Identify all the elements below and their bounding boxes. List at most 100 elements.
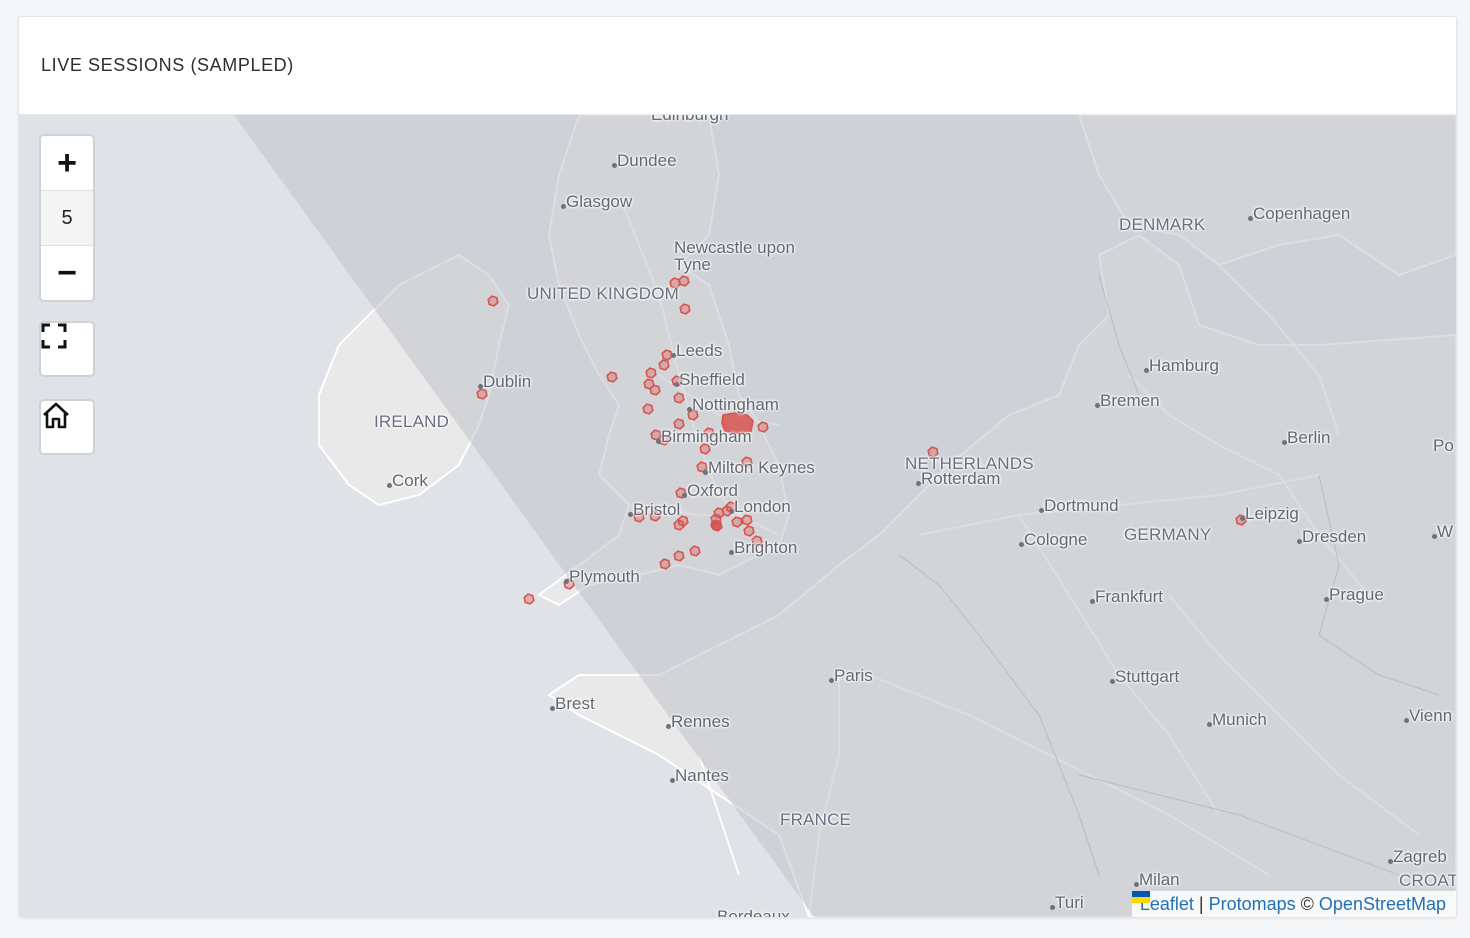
place-label-dortmund: Dortmund: [1044, 496, 1119, 515]
attribution-separator: |: [1198, 893, 1204, 914]
city-dot-bristol: [628, 512, 633, 517]
zoom-out-button[interactable]: −: [41, 246, 93, 300]
live-sessions-card: LIVE SESSIONS (SAMPLED) Dundee Glasgow N…: [18, 16, 1457, 918]
place-label-dresden: Dresden: [1302, 527, 1367, 546]
session-marker[interactable]: [731, 516, 743, 528]
city-dot-brighton: [729, 550, 734, 555]
place-label-nottingham: Nottingham: [692, 395, 779, 414]
session-marker[interactable]: [487, 295, 499, 307]
card-title: LIVE SESSIONS (SAMPLED): [41, 55, 294, 75]
place-label-berlin: Berlin: [1287, 428, 1331, 447]
place-label-nantes: Nantes: [675, 766, 729, 785]
session-marker[interactable]: [606, 371, 618, 383]
city-dot-munich: [1207, 722, 1212, 727]
place-label-top: Edinburgh: [651, 115, 729, 125]
place-label-cologne: Cologne: [1024, 530, 1088, 549]
place-label-bristol: Bristol: [633, 500, 681, 519]
place-label-london: London: [734, 497, 791, 516]
city-dot-stuttgart: [1110, 679, 1115, 684]
place-label-leeds: Leeds: [676, 341, 723, 360]
city-dot-copenhagen: [1248, 216, 1253, 221]
card-header: LIVE SESSIONS (SAMPLED): [19, 17, 1456, 115]
city-dot-dublin: [478, 384, 483, 389]
session-marker[interactable]: [649, 384, 661, 396]
place-label-denmark: DENMARK: [1119, 215, 1206, 234]
session-marker[interactable]: [678, 275, 690, 287]
place-label-dublin: Dublin: [483, 372, 532, 391]
session-marker[interactable]: [658, 359, 670, 371]
city-dot-paris: [829, 678, 834, 683]
place-label-uk: UNITED KINGDOM: [527, 284, 680, 303]
city-dot-oxford: [682, 493, 687, 498]
city-dot-leipzig: [1240, 516, 1245, 521]
city-dot-dundee: [612, 163, 617, 168]
place-label-brighton: Brighton: [734, 538, 798, 557]
city-dot-brest: [550, 706, 555, 711]
place-label-prague: Prague: [1329, 585, 1384, 604]
city-dot-glasgow: [561, 204, 566, 209]
city-dot-frankfurt: [1090, 599, 1095, 604]
place-label-zagreb: Zagreb: [1393, 847, 1447, 866]
place-label-leipzig: Leipzig: [1245, 504, 1299, 523]
city-dot-nottingham: [687, 407, 692, 412]
city-dot-vienna: [1404, 718, 1409, 723]
place-label-copenhagen: Copenhagen: [1253, 204, 1351, 223]
city-dot-birmingham: [656, 439, 661, 444]
city-dot-bremen: [1095, 403, 1100, 408]
city-dot-plymouth: [564, 579, 569, 584]
zoom-in-button[interactable]: +: [41, 136, 93, 190]
place-label-sheffield: Sheffield: [679, 370, 745, 389]
session-marker[interactable]: [673, 392, 685, 404]
place-label-rennes: Rennes: [671, 712, 730, 731]
city-dot-london: [729, 509, 734, 514]
city-dot-rotterdam: [916, 481, 921, 486]
city-dot-milan: [1134, 882, 1139, 887]
city-dot-sheffield: [674, 382, 679, 387]
place-label-bremen: Bremen: [1100, 391, 1160, 410]
session-marker[interactable]: [679, 303, 691, 315]
place-label-w: W: [1437, 522, 1454, 541]
session-marker[interactable]: [659, 558, 671, 570]
place-label-munich: Munich: [1212, 710, 1267, 729]
city-dot-nantes: [670, 778, 675, 783]
ukraine-flag-icon: [1131, 891, 1150, 903]
place-label-cork: Cork: [392, 471, 428, 490]
city-dot-rennes: [666, 724, 671, 729]
home-icon: [43, 402, 69, 429]
place-label-ireland: IRELAND: [374, 412, 450, 431]
place-label-oxford: Oxford: [687, 481, 739, 500]
place-label-vienna: Vienn: [1409, 706, 1453, 725]
sessions-map[interactable]: Dundee Glasgow Newcastle upon Tyne UNITED KI…: [19, 115, 1456, 917]
place-label-birmingham: Birmingham: [661, 427, 752, 446]
city-dot-turin: [1050, 905, 1055, 910]
fullscreen-icon: [41, 323, 67, 349]
session-marker[interactable]: [642, 403, 654, 415]
openstreetmap-link[interactable]: OpenStreetMap: [1319, 894, 1446, 915]
place-label-stuttgart: Stuttgart: [1115, 667, 1180, 686]
session-marker[interactable]: [689, 545, 701, 557]
city-dot-milton: [703, 470, 708, 475]
map-attribution: Leaflet | Protomaps © OpenStreetMap: [1131, 891, 1456, 917]
place-label-bordeaux: Bordeaux: [717, 907, 790, 917]
session-cluster[interactable]: [710, 519, 722, 531]
session-marker[interactable]: [645, 367, 657, 379]
city-dot-dortmund: [1039, 508, 1044, 513]
session-marker[interactable]: [673, 550, 685, 562]
place-label-milan: Milan: [1139, 870, 1180, 889]
session-marker[interactable]: [743, 525, 755, 537]
city-dot-hamburg: [1144, 368, 1149, 373]
home-button[interactable]: [39, 399, 95, 455]
session-marker[interactable]: [523, 593, 535, 605]
fullscreen-button[interactable]: [39, 321, 95, 377]
copyright-symbol: ©: [1300, 893, 1314, 914]
session-marker[interactable]: [757, 421, 769, 433]
place-label-dundee: Dundee: [617, 151, 677, 170]
place-label-paris: Paris: [834, 666, 873, 685]
city-dot-prague: [1324, 597, 1329, 602]
city-dot-dresden: [1297, 539, 1302, 544]
place-label-milton: Milton Keynes: [708, 458, 815, 477]
place-label-po: Po: [1433, 436, 1454, 455]
zoom-level: 5: [41, 190, 93, 246]
protomaps-link[interactable]: Protomaps: [1209, 894, 1296, 915]
city-dot-leeds: [671, 353, 676, 358]
